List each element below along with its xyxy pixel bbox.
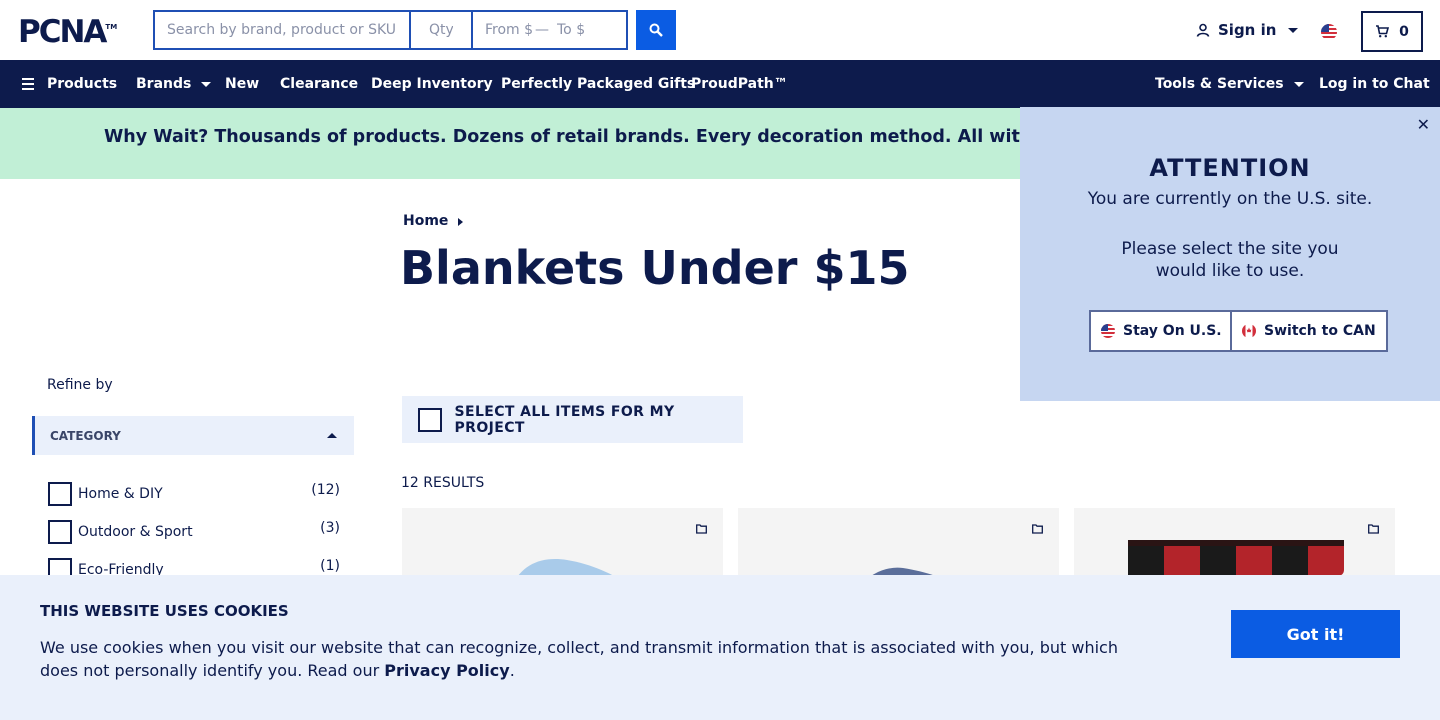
- cookie-text: We use cookies when you visit our websit…: [40, 638, 1118, 680]
- category-option[interactable]: Outdoor & Sport (3): [48, 520, 340, 544]
- category-checkbox[interactable]: [48, 520, 72, 544]
- chevron-down-icon: [1293, 81, 1304, 87]
- nav-clearance[interactable]: Clearance: [280, 60, 358, 108]
- category-count: (12): [311, 482, 340, 498]
- user-icon: [1196, 23, 1210, 37]
- select-all-checkbox[interactable]: [418, 407, 442, 432]
- cart-count: 0: [1399, 23, 1409, 40]
- category-header-label: CATEGORY: [50, 428, 121, 443]
- popup-message: would like to use.: [1155, 261, 1305, 281]
- cookie-text-end: .: [509, 661, 515, 680]
- pcna-logo[interactable]: PCNATM: [18, 14, 117, 50]
- nav-proudpath[interactable]: ProudPath™: [691, 60, 788, 108]
- refine-label: Refine by: [47, 377, 113, 393]
- chevron-down-icon: [201, 81, 212, 87]
- canada-flag-icon: [1242, 324, 1256, 338]
- category-filter-header[interactable]: CATEGORY: [32, 416, 354, 455]
- chevron-right-icon: [458, 218, 464, 226]
- popup-title: ATTENTION: [1149, 154, 1311, 182]
- category-label: Outdoor & Sport: [78, 524, 193, 540]
- nav-tools-label: Tools & Services: [1155, 76, 1284, 92]
- qty-input[interactable]: [411, 12, 473, 48]
- page-title: Blankets Under $15: [400, 241, 910, 295]
- chevron-up-icon: [327, 433, 337, 438]
- stay-on-us-label: Stay On U.S.: [1123, 323, 1222, 339]
- cart-button[interactable]: 0: [1361, 11, 1423, 52]
- cart-icon: [1376, 25, 1390, 38]
- search-button[interactable]: [636, 10, 676, 50]
- folder-icon[interactable]: [696, 524, 707, 534]
- switch-to-can-button[interactable]: Switch to CAN: [1230, 310, 1388, 352]
- price-separator: —: [535, 22, 549, 38]
- close-icon[interactable]: ✕: [1417, 115, 1430, 134]
- folder-icon[interactable]: [1032, 524, 1043, 534]
- price-to-input[interactable]: [557, 22, 611, 38]
- nav-new[interactable]: New: [225, 60, 259, 108]
- category-label: Home & DIY: [78, 486, 163, 502]
- product-image: [1128, 540, 1344, 576]
- results-count: 12 RESULTS: [401, 475, 485, 491]
- price-range: —: [473, 12, 611, 48]
- stay-on-us-button[interactable]: Stay On U.S.: [1089, 310, 1234, 352]
- price-from-input[interactable]: [485, 22, 539, 38]
- promo-text: Why Wait? Thousands of products. Dozens …: [104, 127, 1145, 147]
- cookie-message: We use cookies when you visit our websit…: [40, 636, 1140, 682]
- cookie-banner: THIS WEBSITE USES COOKIES We use cookies…: [0, 575, 1440, 720]
- nav-deep-inventory[interactable]: Deep Inventory: [371, 60, 493, 108]
- site-selector-popup: ✕ ATTENTION You are currently on the U.S…: [1020, 107, 1440, 401]
- sign-in-label: Sign in: [1218, 21, 1277, 39]
- top-header: PCNATM — Sign in 0: [0, 0, 1440, 60]
- privacy-policy-link[interactable]: Privacy Policy: [384, 661, 509, 680]
- search-bar: —: [153, 10, 628, 50]
- sign-in-dropdown[interactable]: Sign in: [1196, 21, 1299, 39]
- nav-products[interactable]: Products: [22, 60, 117, 108]
- nav-products-label: Products: [47, 76, 118, 92]
- us-flag-icon: [1101, 324, 1115, 338]
- breadcrumb-home[interactable]: Home: [403, 213, 448, 229]
- search-input[interactable]: [155, 12, 411, 48]
- cookie-title: THIS WEBSITE USES COOKIES: [40, 602, 289, 620]
- switch-to-can-label: Switch to CAN: [1264, 323, 1376, 339]
- nav-brands-label: Brands: [136, 76, 192, 92]
- hamburger-icon: [22, 78, 34, 90]
- nav-brands[interactable]: Brands: [136, 60, 212, 108]
- nav-chat-login[interactable]: Log in to Chat: [1319, 60, 1430, 108]
- popup-message: You are currently on the U.S. site.: [1087, 189, 1373, 209]
- category-count: (1): [320, 558, 340, 574]
- category-count: (3): [320, 520, 340, 536]
- us-flag-icon[interactable]: [1321, 24, 1337, 40]
- breadcrumb: Home: [403, 213, 464, 229]
- select-all-label: SELECT ALL ITEMS FOR MY PROJECT: [454, 403, 675, 436]
- nav-gifts[interactable]: Perfectly Packaged Gifts: [501, 60, 695, 108]
- main-nav: Products Brands New Clearance Deep Inven…: [0, 60, 1440, 108]
- popup-message: Please select the site you: [1121, 239, 1339, 259]
- folder-icon[interactable]: [1368, 524, 1379, 534]
- search-icon: [649, 23, 663, 37]
- select-all-bar[interactable]: SELECT ALL ITEMS FOR MY PROJECT: [402, 396, 743, 443]
- category-option[interactable]: Home & DIY (12): [48, 482, 340, 506]
- accept-cookies-button[interactable]: Got it!: [1231, 610, 1400, 658]
- nav-tools-services[interactable]: Tools & Services: [1155, 60, 1304, 108]
- chevron-down-icon: [1288, 27, 1299, 33]
- category-checkbox[interactable]: [48, 482, 72, 506]
